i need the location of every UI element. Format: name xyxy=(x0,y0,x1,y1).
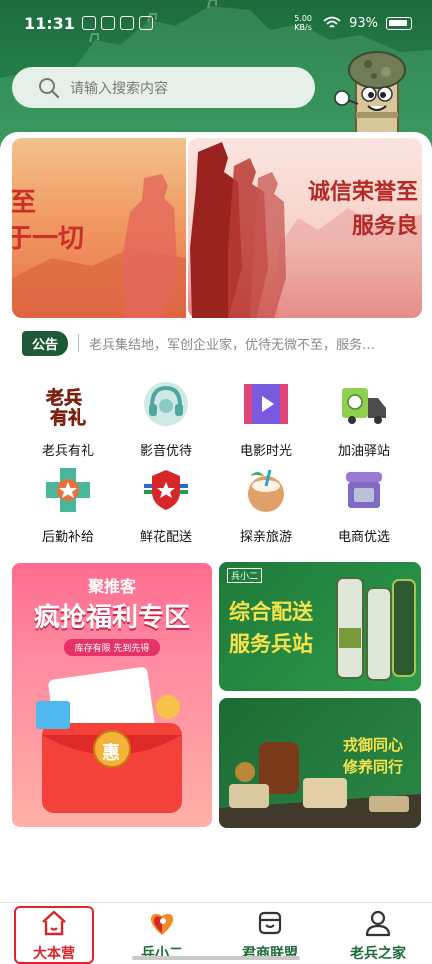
notification-icons xyxy=(82,16,153,30)
grid-label: 影音优待 xyxy=(139,444,192,459)
grid-label: 探亲旅游 xyxy=(239,530,292,545)
grid-item-travel[interactable]: 探亲旅游 xyxy=(212,466,320,546)
banner-slide-current[interactable]: 诚信荣誉至 服务良 xyxy=(188,138,422,318)
shop-icon xyxy=(258,911,282,935)
grid-item-media[interactable]: 影音优待 xyxy=(112,380,220,460)
film-play-icon xyxy=(244,384,288,424)
supply-star-icon xyxy=(46,468,90,512)
grid-item-logistics[interactable]: 后勤补给 xyxy=(14,466,122,546)
nav-label: 君商联盟 xyxy=(242,946,298,962)
grid-item-flowers[interactable]: 鲜花配送 xyxy=(112,466,220,546)
grid-label: 电商优选 xyxy=(337,530,390,545)
message-notification-icon xyxy=(120,16,134,30)
shop-icon xyxy=(346,472,382,508)
app-notification-icon xyxy=(101,16,115,30)
grid-label: 后勤补给 xyxy=(41,530,94,545)
app-notification-icon xyxy=(139,16,153,30)
grid-item-ecommerce[interactable]: 电商优选 xyxy=(310,466,418,546)
banner-right-subtitle: 服务良 xyxy=(352,213,419,239)
coupon-character: 惠 xyxy=(102,743,120,764)
divider xyxy=(78,334,80,352)
battery-icon xyxy=(386,16,412,30)
banner-left-text-2: 于一切 xyxy=(12,224,85,254)
active-tab-highlight xyxy=(14,906,94,964)
headset-icon xyxy=(144,382,188,426)
promo-title: 疯抢福利专区 xyxy=(33,603,190,633)
grid-item-fuel[interactable]: 加油驿站 xyxy=(310,380,418,460)
status-right: 5.00 KB/s 93% xyxy=(291,14,412,32)
nav-tab-veteran-home[interactable]: 老兵之家 xyxy=(324,903,432,964)
battery-percent: 93% xyxy=(349,15,378,31)
svg-text:有礼: 有礼 xyxy=(50,407,86,428)
food-products-illustration xyxy=(219,742,421,828)
shield-star-icon xyxy=(144,470,188,510)
nav-tab-alliance[interactable]: 君商联盟 xyxy=(216,903,324,964)
coconut-icon xyxy=(248,469,284,512)
grid-item-movie[interactable]: 电影时光 xyxy=(212,380,320,460)
heart-person-icon xyxy=(150,913,174,935)
grid-label: 老兵有礼 xyxy=(41,444,94,459)
promo-title-1: 综合配送 xyxy=(229,599,313,624)
promo-title-2: 服务兵站 xyxy=(229,631,313,656)
svg-text:老兵: 老兵 xyxy=(46,387,82,409)
status-bar: 11:31 5.00 KB/s 93% xyxy=(0,0,432,48)
fuel-truck-icon xyxy=(342,388,386,424)
nav-label: 兵小二 xyxy=(141,946,183,962)
promo-delivery-station[interactable]: 兵小二 综合配送 服务兵站 xyxy=(219,562,421,691)
status-time: 11:31 xyxy=(24,14,75,33)
carousel-banner[interactable]: 至 于一切 诚信荣誉至 服务良 xyxy=(12,138,422,318)
announcement-text[interactable]: 老兵集结地，军创企业家，优待无微不至，服务… xyxy=(89,334,407,353)
app-notification-icon xyxy=(82,16,96,30)
gift-text-icon: 老兵 有礼 xyxy=(46,387,87,430)
wifi-icon xyxy=(323,16,341,28)
banner-right-title: 诚信荣誉至 xyxy=(308,179,419,205)
nav-label: 老兵之家 xyxy=(350,946,406,962)
banner-left-text-1: 至 xyxy=(12,188,37,218)
announcement-bar[interactable]: 公告 老兵集结地，军创企业家，优待无微不至，服务… xyxy=(22,330,422,356)
grid-label: 加油驿站 xyxy=(337,444,390,459)
search-bar[interactable]: 请输入搜索内容 xyxy=(12,67,315,108)
user-icon xyxy=(365,910,391,937)
beer-cans-illustration xyxy=(336,577,416,681)
bottom-navigation: 大本营 兵小二 君商联盟 老兵之家 xyxy=(0,902,432,964)
grid-item-veteran-gift[interactable]: 老兵 有礼 老兵有礼 xyxy=(14,380,122,460)
nav-tab-bingxiaoer[interactable]: 兵小二 xyxy=(108,903,216,964)
search-icon xyxy=(39,77,60,98)
home-indicator[interactable] xyxy=(132,956,300,960)
promo-tag: 聚推客 xyxy=(87,577,136,596)
promo-welfare-zone[interactable]: 聚推客 疯抢福利专区 库存有限 先到先得 惠 xyxy=(12,563,212,827)
header: 11:31 5.00 KB/s 93% 请输入搜索内容 xyxy=(0,0,432,150)
grid-label: 鲜花配送 xyxy=(139,530,192,545)
network-speed: 5.00 KB/s xyxy=(294,14,312,32)
promo-health-store[interactable]: 戎御同心 修养同行 xyxy=(219,698,421,828)
search-input[interactable]: 请输入搜索内容 xyxy=(70,78,168,98)
promo-subtitle: 库存有限 先到先得 xyxy=(64,639,160,656)
banner-slide-previous[interactable]: 至 于一切 xyxy=(12,138,186,318)
announcement-badge: 公告 xyxy=(22,330,69,356)
service-grid: 老兵 有礼 老兵有礼 影音优待 电影时光 加油驿站 后勤补给 鲜花配送 探亲旅游… xyxy=(0,376,432,546)
grid-label: 电影时光 xyxy=(239,444,292,459)
promo-brand: 兵小二 xyxy=(227,568,263,583)
